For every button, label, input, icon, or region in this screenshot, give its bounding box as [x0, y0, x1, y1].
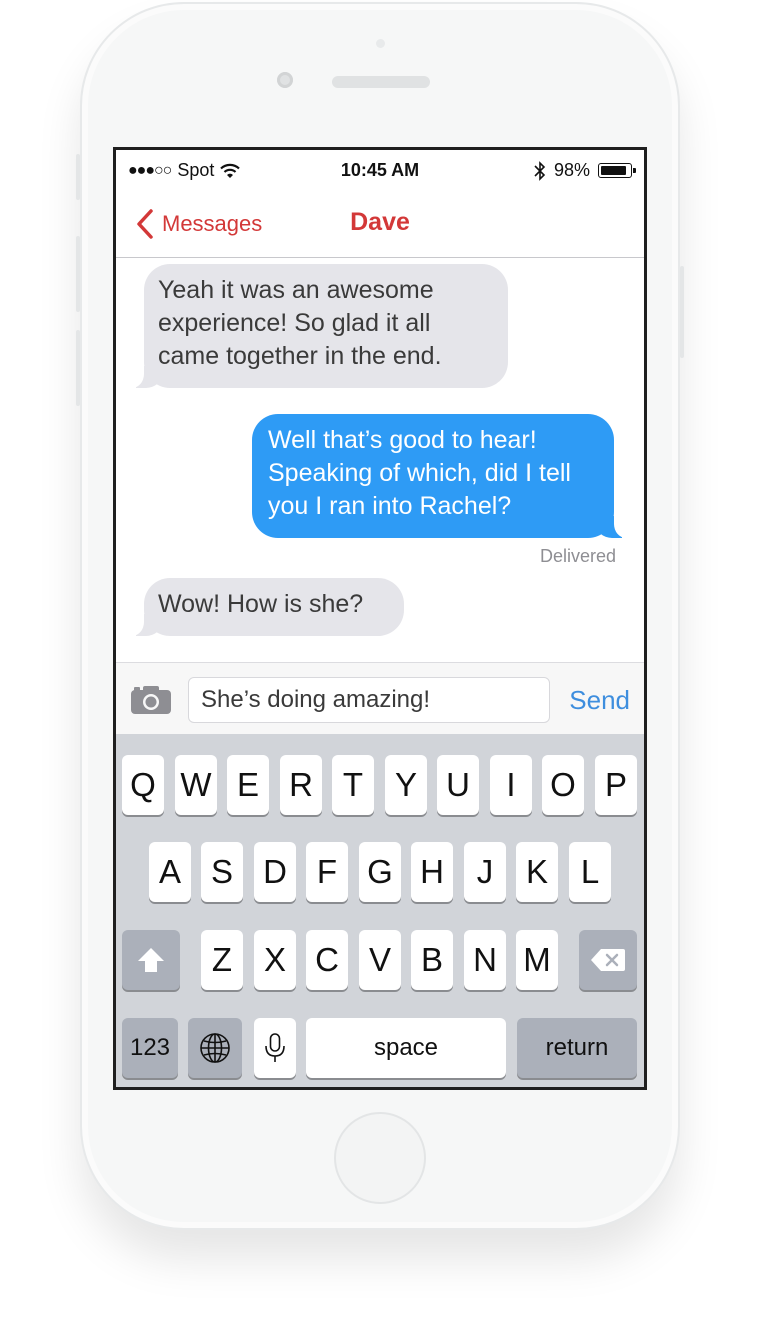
- volume-up-button: [76, 236, 80, 312]
- key-i[interactable]: I: [490, 755, 532, 815]
- conversation-title: Dave: [350, 208, 410, 236]
- navigation-bar: Messages Dave: [116, 190, 644, 258]
- key-t[interactable]: T: [332, 755, 374, 815]
- key-m[interactable]: M: [516, 930, 558, 990]
- backspace-icon: [591, 949, 625, 971]
- delivered-status: Delivered: [539, 546, 616, 566]
- key-j[interactable]: J: [464, 842, 506, 902]
- key-h[interactable]: H: [411, 842, 453, 902]
- key-u[interactable]: U: [437, 755, 479, 815]
- key-v[interactable]: V: [359, 930, 401, 990]
- key-k[interactable]: K: [516, 842, 558, 902]
- dictation-key[interactable]: [254, 1018, 296, 1078]
- bluetooth-icon: [534, 160, 546, 181]
- compose-bar: Send: [116, 662, 644, 734]
- key-a[interactable]: A: [149, 842, 191, 902]
- message-input[interactable]: [188, 677, 550, 723]
- key-b[interactable]: B: [411, 930, 453, 990]
- key-s[interactable]: S: [201, 842, 243, 902]
- front-camera: [277, 72, 293, 88]
- return-key[interactable]: return: [517, 1018, 637, 1078]
- key-g[interactable]: G: [359, 842, 401, 902]
- backspace-key[interactable]: [579, 930, 637, 990]
- key-y[interactable]: Y: [385, 755, 427, 815]
- camera-icon[interactable]: [130, 683, 172, 715]
- key-x[interactable]: X: [254, 930, 296, 990]
- keyboard: Q W E R T Y U I O P A S D F G H J K L Z …: [116, 734, 644, 1087]
- battery-fill: [601, 166, 627, 175]
- key-o[interactable]: O: [542, 755, 584, 815]
- phone-screen: ●●●○○ Spot 10:45 AM 98% Messages Dave Ye…: [113, 147, 647, 1090]
- volume-down-button: [76, 330, 80, 406]
- space-key[interactable]: space: [306, 1018, 506, 1078]
- proximity-sensor: [376, 39, 385, 48]
- battery-icon: [598, 163, 636, 178]
- key-n[interactable]: N: [464, 930, 506, 990]
- message-text: Wow! How is she?: [158, 590, 364, 618]
- message-bubble-outgoing[interactable]: Well that’s good to hear! Speaking of wh…: [252, 414, 626, 538]
- key-c[interactable]: C: [306, 930, 348, 990]
- numbers-key[interactable]: 123: [122, 1018, 178, 1078]
- status-bar: ●●●○○ Spot 10:45 AM 98%: [116, 150, 644, 190]
- globe-key[interactable]: [188, 1018, 242, 1078]
- key-z[interactable]: Z: [201, 930, 243, 990]
- mute-switch: [76, 154, 80, 200]
- shift-icon: [138, 948, 164, 972]
- power-button: [680, 266, 684, 358]
- earpiece-speaker: [332, 76, 430, 88]
- key-w[interactable]: W: [175, 755, 217, 815]
- send-button[interactable]: Send: [569, 685, 630, 716]
- microphone-icon: [265, 1033, 285, 1062]
- message-thread: Yeah it was an awesome experience! So gl…: [116, 258, 644, 662]
- key-p[interactable]: P: [595, 755, 637, 815]
- key-r[interactable]: R: [280, 755, 322, 815]
- key-l[interactable]: L: [569, 842, 611, 902]
- key-d[interactable]: D: [254, 842, 296, 902]
- key-f[interactable]: F: [306, 842, 348, 902]
- key-e[interactable]: E: [227, 755, 269, 815]
- shift-key[interactable]: [122, 930, 180, 990]
- home-button[interactable]: [334, 1112, 426, 1204]
- message-text: Yeah it was an awesome experience! So gl…: [158, 276, 442, 370]
- message-bubble-incoming[interactable]: Yeah it was an awesome experience! So gl…: [132, 264, 508, 388]
- message-text: Well that’s good to hear! Speaking of wh…: [268, 426, 571, 520]
- globe-icon: [200, 1033, 230, 1063]
- message-bubble-incoming[interactable]: Wow! How is she?: [132, 578, 404, 636]
- battery-percent: 98%: [553, 160, 590, 180]
- key-q[interactable]: Q: [122, 755, 164, 815]
